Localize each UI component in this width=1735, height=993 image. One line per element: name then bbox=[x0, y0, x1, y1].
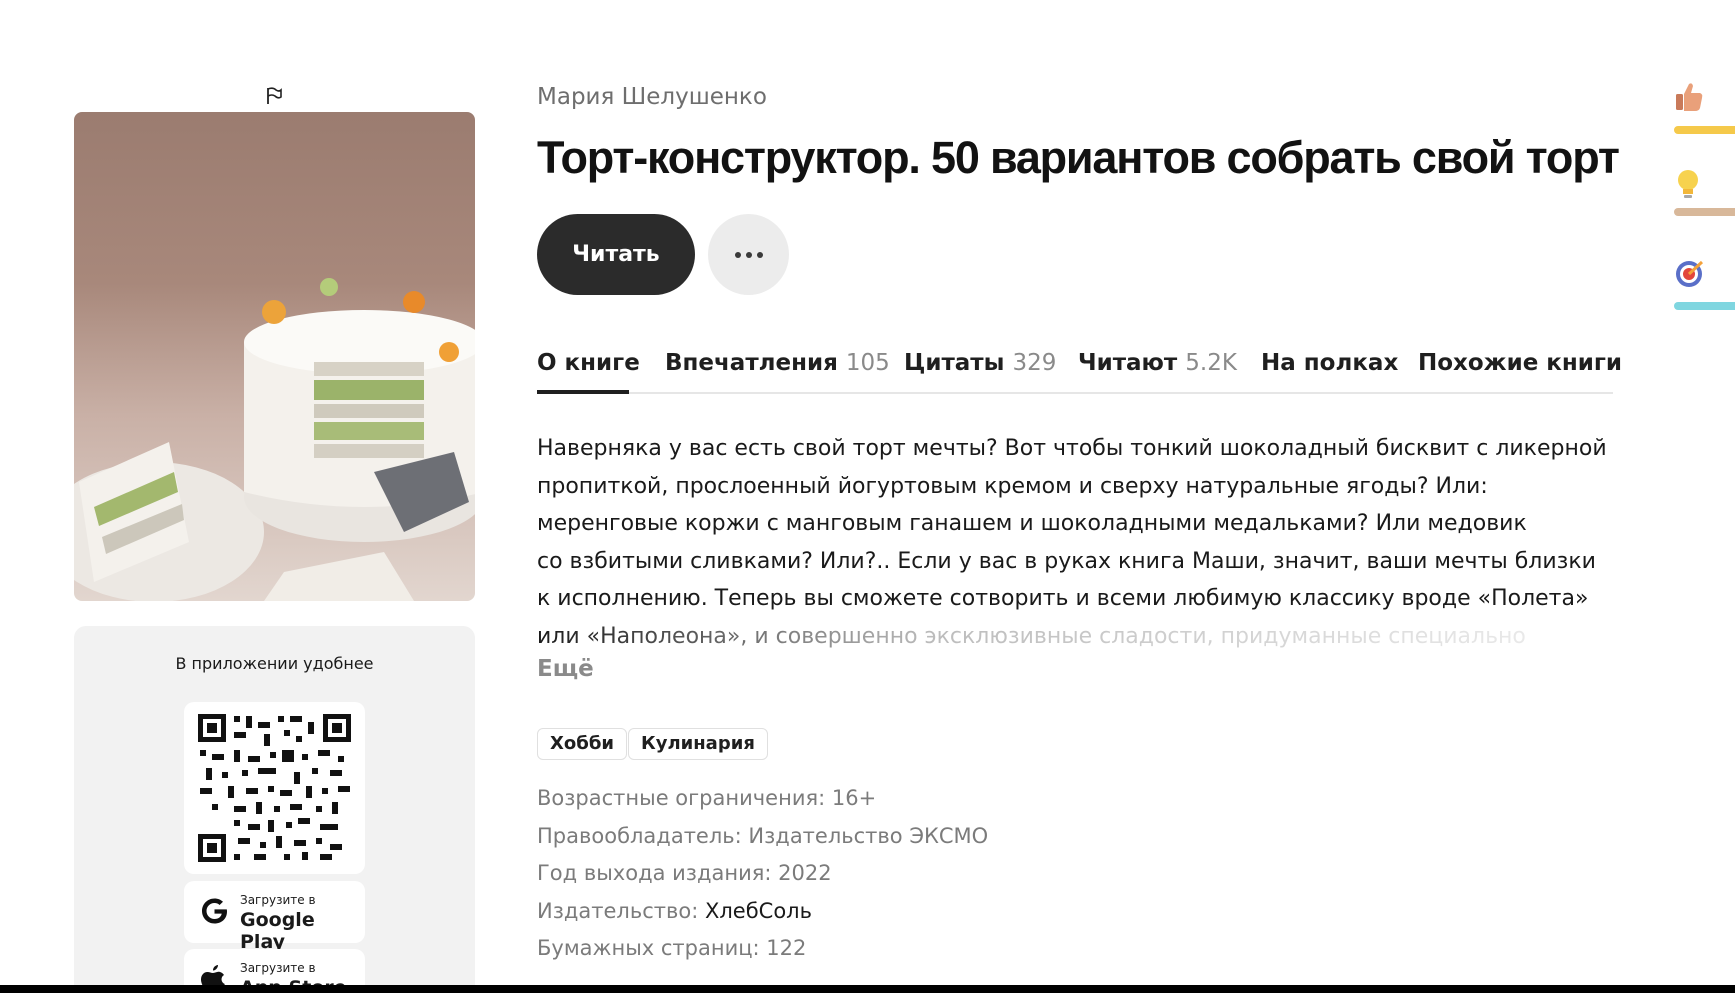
book-meta: Возрастные ограничения: 16+ Правообладат… bbox=[537, 780, 988, 968]
google-play-label: Google Play bbox=[240, 909, 315, 953]
tab-on-shelves[interactable]: На полках bbox=[1261, 350, 1398, 376]
target-icon bbox=[1676, 260, 1704, 287]
rail-bar-ideas bbox=[1674, 208, 1735, 216]
more-dot-icon bbox=[734, 251, 741, 258]
tab-impressions[interactable]: Впечатления 105 bbox=[665, 350, 890, 376]
google-play-pretext: Загрузите в bbox=[240, 893, 316, 907]
book-author-link[interactable]: Мария Шелушенко bbox=[537, 84, 767, 110]
google-icon bbox=[202, 898, 227, 924]
description-line: пропиткой, прослоенный йогуртовым кремом… bbox=[537, 473, 1488, 499]
description-line: к исполнению. Теперь вы сможете сотворит… bbox=[537, 586, 1589, 611]
more-dot-icon bbox=[745, 251, 752, 258]
tag-cooking[interactable]: Кулинария bbox=[628, 728, 768, 760]
description-line: меренговые коржи с манговым ганашем и шо… bbox=[537, 511, 1527, 536]
book-tabs: О книге Впечатления 105 Цитаты 329 Читаю… bbox=[537, 344, 1622, 394]
show-more-link[interactable]: Ещё bbox=[537, 656, 594, 682]
book-title: Торт-конструктор. 50 вариантов собрать с… bbox=[537, 132, 1620, 183]
bookmark-flag-icon[interactable] bbox=[264, 86, 284, 106]
description-line: Наверняка у вас есть свой торт мечты? Во… bbox=[537, 436, 1607, 461]
publisher-link[interactable]: ХлебСоль bbox=[705, 899, 812, 923]
tab-readers[interactable]: Читают 5.2K bbox=[1078, 350, 1237, 376]
tab-about[interactable]: О книге bbox=[537, 350, 640, 376]
app-store-pretext: Загрузите в bbox=[240, 961, 316, 975]
active-tab-indicator bbox=[537, 390, 629, 394]
meta-publisher: Издательство: ХлебСоль bbox=[537, 898, 812, 923]
bottom-edge-bar bbox=[0, 985, 1735, 993]
meta-pages: Бумажных страниц: 122 bbox=[537, 936, 807, 960]
tab-quotes[interactable]: Цитаты 329 bbox=[904, 350, 1056, 376]
tab-similar-books[interactable]: Похожие книги bbox=[1418, 350, 1622, 376]
tag-hobby[interactable]: Хобби bbox=[537, 728, 627, 760]
app-promo-title: В приложении удобнее bbox=[175, 654, 374, 673]
qr-code bbox=[184, 702, 365, 874]
cover-illustration bbox=[74, 278, 475, 601]
book-cover[interactable] bbox=[74, 112, 475, 601]
rail-bar-likes bbox=[1674, 126, 1735, 134]
description-line: со взбитыми сливками? Или?.. Если у вас … bbox=[537, 548, 1596, 574]
lightbulb-icon bbox=[1678, 170, 1698, 198]
app-promo-card: В приложении удобнее Загрузите в Google bbox=[74, 626, 475, 993]
qr-code-icon bbox=[198, 714, 351, 862]
more-dot-icon bbox=[756, 251, 763, 258]
google-play-button[interactable]: Загрузите в Google Play bbox=[184, 881, 365, 953]
description-line: или «Наполеона», и совершенно эксклюзивн… bbox=[537, 623, 1526, 649]
thumbs-up-icon bbox=[1676, 83, 1703, 111]
meta-year: Год выхода издания: 2022 bbox=[537, 861, 832, 885]
meta-rights-holder: Правообладатель: Издательство ЭКСМО bbox=[537, 823, 989, 848]
rail-bar-goals bbox=[1674, 302, 1735, 310]
more-options-button[interactable] bbox=[708, 214, 789, 295]
read-button[interactable]: Читать bbox=[537, 214, 695, 295]
book-description: Наверняка у вас есть свой торт мечты? Во… bbox=[537, 430, 1615, 655]
meta-age: Возрастные ограничения: 16+ bbox=[537, 786, 877, 810]
